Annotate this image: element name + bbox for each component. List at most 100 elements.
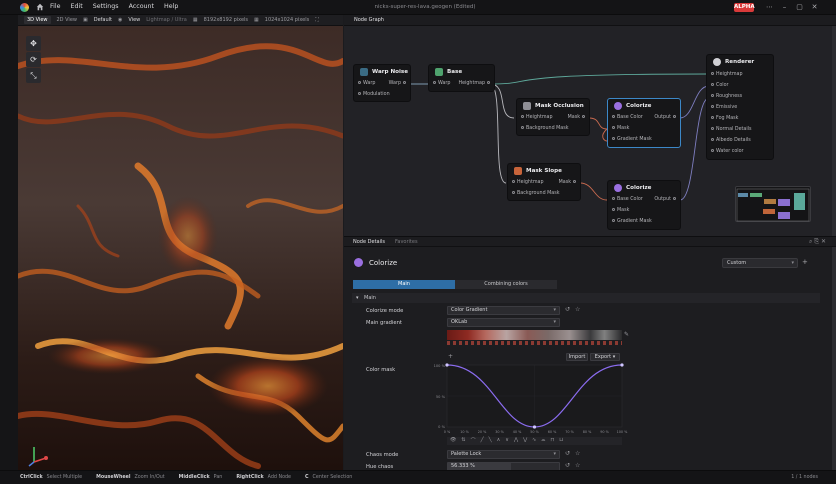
star-icon[interactable]: ☆ — [575, 462, 580, 469]
close-icon[interactable]: ✕ — [810, 3, 819, 12]
node-mask-occlusion[interactable]: Mask Occlusion Heightmap Background Mask… — [516, 98, 590, 136]
curve-point[interactable] — [532, 425, 537, 429]
gradient-stops[interactable] — [447, 341, 622, 345]
scale-tool-icon[interactable]: ⤡ — [26, 68, 41, 83]
import-button[interactable]: Import — [566, 353, 588, 361]
gradient-preview-bar[interactable] — [447, 330, 622, 340]
port-gradient-mask-in[interactable]: Gradient Mask — [610, 137, 652, 142]
preset-curve-icon[interactable]: ∨ — [505, 437, 509, 445]
port-gradient-mask-in[interactable]: Gradient Mask — [610, 219, 652, 224]
menu-help[interactable]: Help — [164, 3, 178, 10]
tab-node-graph[interactable]: Node Graph — [344, 15, 836, 26]
view-icon[interactable]: ◉ — [118, 17, 122, 23]
port-mask-out[interactable]: Mask — [559, 180, 578, 185]
port-mask-in[interactable]: Mask — [610, 126, 629, 131]
node-warp-noise[interactable]: Warp Noise Warp Modulation Warp — [353, 64, 411, 102]
subtab-main[interactable]: Main — [353, 280, 455, 289]
port-base-color-in[interactable]: Base Color — [610, 197, 643, 202]
tab-3d-view[interactable]: 3D View — [24, 16, 51, 24]
port-mask-in[interactable]: Mask — [610, 208, 629, 213]
subtab-combining-colors[interactable]: Combining colors — [455, 280, 557, 289]
port-warp-in[interactable]: Warp — [431, 81, 450, 86]
preset-curve-icon[interactable]: ⋀ — [514, 437, 518, 445]
rotate-tool-icon[interactable]: ⟳ — [26, 52, 41, 67]
preset-curve-icon[interactable]: ╲ — [489, 437, 492, 445]
curve-point[interactable] — [620, 363, 624, 367]
menu-file[interactable]: File — [50, 3, 61, 10]
port-heightmap-in[interactable]: Heightmap — [510, 180, 544, 185]
port-normal-details-in[interactable]: Normal Details — [709, 127, 752, 132]
port-modulation-in[interactable]: Modulation — [356, 92, 390, 97]
colorize-mode-select[interactable]: Color Gradient ▾ — [447, 306, 560, 315]
viewport-3d[interactable]: ✥ ⟳ ⤡ — [18, 26, 343, 470]
node-colorize-2[interactable]: Colorize Base Color Mask Gradient Mask O… — [607, 180, 681, 230]
port-water-color-in[interactable]: Water color — [709, 149, 744, 154]
move-tool-icon[interactable]: ✥ — [26, 36, 41, 51]
node-base[interactable]: Base Warp Heightmap — [428, 64, 495, 92]
preset-curve-icon[interactable]: ⌒ — [471, 437, 476, 445]
view-icon[interactable]: 👁 — [450, 437, 456, 445]
reset-icon[interactable]: ↺ — [565, 462, 570, 469]
preset-curve-icon[interactable]: ∧ — [497, 437, 501, 445]
port-heightmap-in[interactable]: Heightmap — [709, 72, 743, 77]
port-background-mask-in[interactable]: Background Mask — [510, 191, 560, 196]
node-colorize-1[interactable]: Colorize Base Color Mask Gradient Mask O… — [607, 98, 681, 148]
preset-curve-icon[interactable]: ⋁ — [523, 437, 527, 445]
section-main-header[interactable]: ▾ Main — [352, 293, 820, 303]
eyedropper-icon[interactable]: ✎ — [624, 331, 629, 338]
view-menu[interactable]: View — [128, 17, 140, 23]
port-roughness-in[interactable]: Roughness — [709, 94, 742, 99]
minimize-icon[interactable]: – — [780, 3, 789, 12]
reset-icon[interactable]: ↺ — [565, 450, 570, 457]
flip-icon[interactable]: ⇅ — [461, 437, 465, 445]
port-heightmap-in[interactable]: Heightmap — [519, 115, 553, 120]
add-point-icon[interactable]: + — [448, 353, 453, 360]
main-gradient-select[interactable]: OKLab ▾ — [447, 318, 560, 327]
port-output-out[interactable]: Output — [654, 197, 678, 202]
reset-icon[interactable]: ↺ — [565, 306, 570, 313]
expand-icon[interactable]: ⛶ — [315, 17, 319, 23]
port-albedo-details-in[interactable]: Albedo Details — [709, 138, 751, 143]
port-warp-in[interactable]: Warp — [356, 81, 375, 86]
node-graph-scrollbar[interactable] — [832, 26, 836, 236]
home-icon[interactable] — [36, 3, 44, 11]
tab-favorites[interactable]: Favorites — [395, 239, 418, 245]
star-icon[interactable]: ☆ — [575, 306, 580, 313]
color-mask-curve-editor[interactable]: 100 % 50 % 0 % 0 % 10 % 20 % 30 % 40 % 50 % 60… — [431, 361, 631, 436]
preset-select[interactable]: Default — [94, 17, 112, 23]
lighting-mode[interactable]: Lightmap / Ultra — [146, 17, 187, 23]
add-preset-icon[interactable]: + — [802, 258, 808, 266]
menu-settings[interactable]: Settings — [93, 3, 119, 10]
node-mask-slope[interactable]: Mask Slope Heightmap Background Mask Mas… — [507, 163, 581, 201]
resolution-output[interactable]: 8192x8192 pixels — [204, 17, 248, 23]
chaos-mode-select[interactable]: Palette Lock ▾ — [447, 450, 560, 459]
preset-curve-icon[interactable]: ⊓ — [550, 437, 554, 445]
port-mask-out[interactable]: Mask — [568, 115, 587, 120]
preset-dropdown[interactable]: Custom ▾ — [722, 258, 798, 268]
node-graph-minimap[interactable] — [735, 186, 811, 222]
preset-curve-icon[interactable]: ╱ — [481, 437, 484, 445]
port-output-out[interactable]: Output — [654, 115, 678, 120]
star-icon[interactable]: ☆ — [575, 450, 580, 457]
port-base-color-in[interactable]: Base Color — [610, 115, 643, 120]
maximize-icon[interactable]: ▢ — [795, 3, 804, 12]
details-scrollbar[interactable] — [832, 247, 836, 470]
more-icon[interactable]: ⋯ — [765, 3, 774, 12]
preset-curve-icon[interactable]: ∿ — [532, 437, 536, 445]
preset-curve-icon[interactable]: ⌓ — [541, 437, 545, 445]
search-icon[interactable]: ⌕ ⎘ ✕ — [809, 238, 826, 246]
port-color-in[interactable]: Color — [709, 83, 729, 88]
preset-curve-icon[interactable]: ⊔ — [559, 437, 563, 445]
export-button[interactable]: Export ▾ — [590, 353, 620, 361]
port-emissive-in[interactable]: Emissive — [709, 105, 737, 110]
tab-2d-view[interactable]: 2D View — [57, 17, 78, 23]
port-fog-mask-in[interactable]: Fog Mask — [709, 116, 738, 121]
port-heightmap-out[interactable]: Heightmap — [458, 81, 492, 86]
camera-icon[interactable]: ▣ — [83, 17, 88, 23]
tab-node-details[interactable]: Node Details — [353, 239, 385, 245]
menu-account[interactable]: Account — [129, 3, 154, 10]
node-renderer[interactable]: Renderer Heightmap Color Roughness Emiss… — [706, 54, 774, 160]
port-background-mask-in[interactable]: Background Mask — [519, 126, 569, 131]
port-warp-out[interactable]: Warp — [389, 81, 408, 86]
menu-edit[interactable]: Edit — [71, 3, 83, 10]
